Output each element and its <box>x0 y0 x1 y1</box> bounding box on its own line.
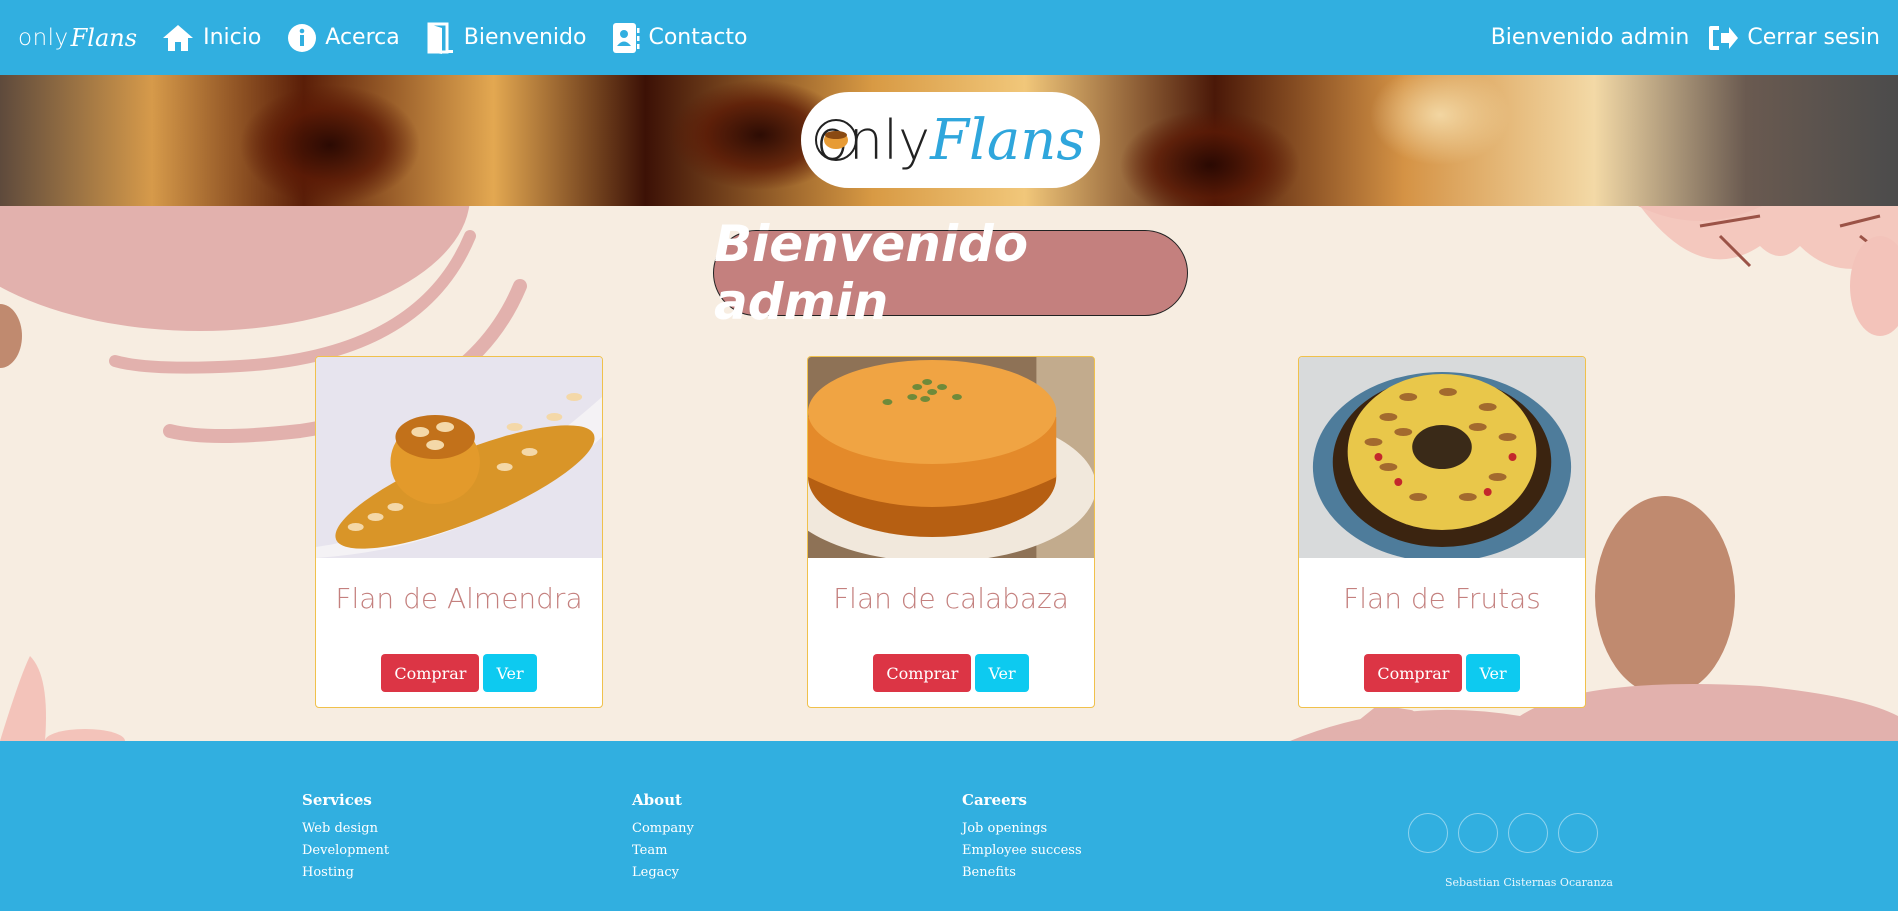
flan-calabaza-image <box>808 357 1094 562</box>
footer-column-about: About Company Team Legacy <box>632 791 694 887</box>
product-card: Flan de Frutas Comprar Ver <box>1298 356 1586 708</box>
nav-acerca[interactable]: Acerca <box>287 23 400 53</box>
footer-link[interactable]: Job openings <box>962 821 1082 836</box>
footer-copyright: Sebastian Cisternas Ocaranza <box>1445 876 1613 889</box>
flan-logo-icon <box>814 119 857 161</box>
brand-only-text: only <box>18 24 69 51</box>
view-button[interactable]: Ver <box>483 654 537 692</box>
footer-link[interactable]: Hosting <box>302 865 389 880</box>
product-title: Flan de Almendra <box>335 582 583 615</box>
footer-column-careers: Careers Job openings Employee success Be… <box>962 791 1082 887</box>
logout-link[interactable]: Cerrar sesin <box>1707 24 1880 52</box>
view-button[interactable]: Ver <box>975 654 1029 692</box>
brand-logo[interactable]: only Flans <box>18 24 137 52</box>
social-links <box>1408 813 1598 853</box>
social-icon[interactable] <box>1558 813 1598 853</box>
product-title: Flan de Frutas <box>1343 582 1541 615</box>
hero-logo-flans: Flans <box>930 107 1086 173</box>
product-actions: Comprar Ver <box>808 654 1094 692</box>
footer-heading: About <box>632 791 682 809</box>
site-footer: Services Web design Development Hosting … <box>0 741 1898 911</box>
nav-bienvenido-label: Bienvenido <box>463 25 587 50</box>
footer-heading: Careers <box>962 791 1027 809</box>
flan-frutas-image <box>1299 357 1585 562</box>
nav-welcome-text: Bienvenido admin <box>1490 25 1690 50</box>
flan-almendra-image <box>316 357 602 558</box>
nav-user-area: Bienvenido admin Cerrar sesin <box>1491 24 1880 52</box>
nav-acerca-label: Acerca <box>325 25 400 50</box>
contact-icon <box>613 22 640 53</box>
nav-contacto-label: Contacto <box>648 25 748 50</box>
logout-label: Cerrar sesin <box>1747 25 1880 50</box>
nav-contacto[interactable]: Contacto <box>612 22 748 54</box>
top-navbar: only Flans Inicio Acerca Bienvenido Cont… <box>0 0 1898 75</box>
footer-link[interactable]: Legacy <box>632 865 694 880</box>
home-icon <box>163 24 194 51</box>
product-title: Flan de calabaza <box>833 582 1069 615</box>
social-icon[interactable] <box>1458 813 1498 853</box>
footer-link[interactable]: Benefits <box>962 865 1082 880</box>
footer-link[interactable]: Web design <box>302 821 389 836</box>
nav-inicio[interactable]: Inicio <box>161 23 261 53</box>
hero-banner: only Flans <box>0 75 1898 206</box>
footer-column-services: Services Web design Development Hosting <box>302 791 389 887</box>
footer-link[interactable]: Team <box>632 843 694 858</box>
sign-out-icon <box>1709 25 1739 50</box>
product-actions: Comprar Ver <box>316 654 602 692</box>
social-icon[interactable] <box>1508 813 1548 853</box>
footer-link[interactable]: Company <box>632 821 694 836</box>
welcome-title: Bienvenido admin <box>713 215 1188 331</box>
product-card: Flan de calabaza Comprar Ver <box>807 356 1095 708</box>
footer-link[interactable]: Development <box>302 843 389 858</box>
footer-heading: Services <box>302 791 372 809</box>
product-actions: Comprar Ver <box>1299 654 1585 692</box>
brand-flans-text: Flans <box>70 23 138 52</box>
hero-logo: only Flans <box>801 92 1100 188</box>
buy-button[interactable]: Comprar <box>1364 654 1463 692</box>
info-icon <box>288 23 317 52</box>
door-icon <box>427 22 453 54</box>
footer-link[interactable]: Employee success <box>962 843 1082 858</box>
product-card: Flan de Almendra Comprar Ver <box>315 356 603 708</box>
nav-bienvenido[interactable]: Bienvenido <box>426 22 587 54</box>
social-icon[interactable] <box>1408 813 1448 853</box>
buy-button[interactable]: Comprar <box>873 654 972 692</box>
nav-inicio-label: Inicio <box>203 25 262 50</box>
view-button[interactable]: Ver <box>1466 654 1520 692</box>
buy-button[interactable]: Comprar <box>381 654 480 692</box>
